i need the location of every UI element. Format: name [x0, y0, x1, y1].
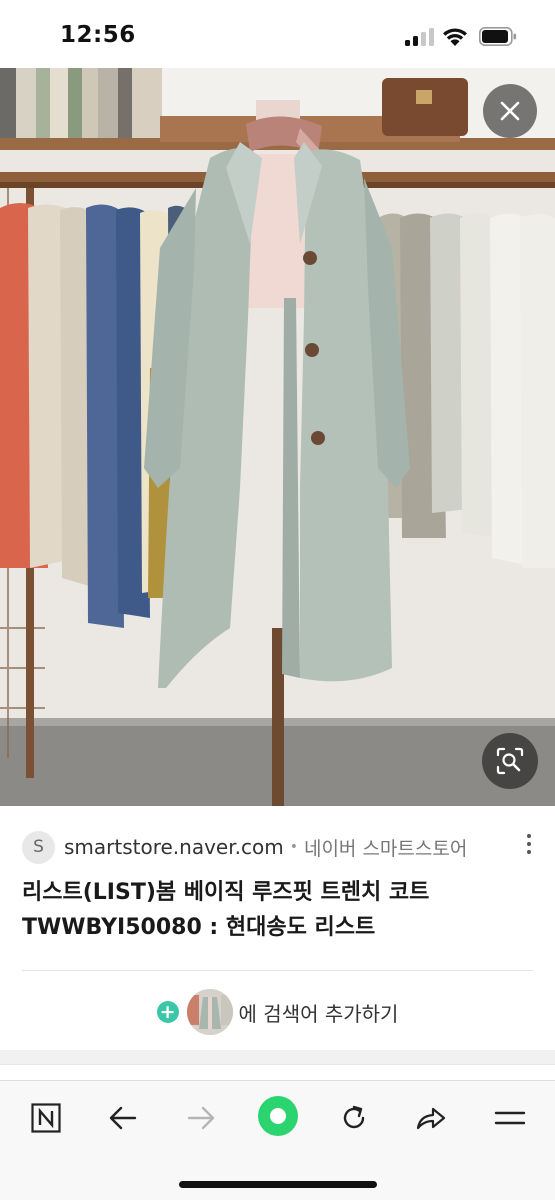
menu-button[interactable]: [486, 1097, 534, 1139]
section-separator: [0, 1050, 555, 1064]
green-dot-button[interactable]: [253, 1091, 303, 1141]
more-options-icon[interactable]: [526, 834, 532, 856]
back-button[interactable]: [99, 1097, 147, 1139]
result-image[interactable]: [0, 68, 555, 806]
coat-thumbnail-image: [186, 989, 233, 1035]
plus-icon: +: [156, 1001, 179, 1023]
share-button[interactable]: [407, 1097, 455, 1139]
naver-home-button[interactable]: [22, 1097, 70, 1139]
home-indicator: [179, 1181, 377, 1188]
share-arrow-icon: [416, 1107, 446, 1130]
back-arrow-icon: [109, 1106, 137, 1130]
close-button[interactable]: [483, 84, 537, 138]
status-bar: 12:56: [0, 0, 555, 68]
result-title[interactable]: 리스트(LIST)봄 베이직 루즈핏 트렌치 코트 TWWBYI50080 : …: [22, 875, 537, 945]
cellular-signal-icon: [405, 28, 435, 46]
hamburger-menu-icon: [494, 1111, 526, 1125]
reload-icon: [343, 1105, 365, 1129]
coat-photo: [0, 68, 555, 806]
reload-button[interactable]: [330, 1097, 378, 1139]
status-time: 12:56: [60, 22, 136, 48]
image-search-button[interactable]: [482, 733, 538, 789]
source-name: 네이버 스마트스토어: [303, 837, 468, 860]
source-favicon: S: [22, 830, 55, 864]
forward-arrow-icon: [187, 1106, 215, 1130]
screen: 12:56 S smartstore.naver.com • 네이버 스마트스토…: [0, 0, 555, 1200]
add-to-search-button[interactable]: + 에 검색어 추가하기: [0, 987, 555, 1037]
image-search-icon: [496, 747, 524, 775]
result-source[interactable]: S smartstore.naver.com • 네이버 스마트스토어: [22, 830, 542, 864]
divider: [22, 970, 533, 971]
source-separator: •: [289, 839, 298, 855]
search-image-thumbnail: [186, 989, 233, 1035]
add-search-label: 에 검색어 추가하기: [238, 1001, 399, 1026]
battery-icon: [479, 27, 517, 46]
source-domain: smartstore.naver.com: [64, 835, 284, 859]
naver-logo-icon: [31, 1103, 61, 1133]
wifi-icon: [443, 28, 467, 46]
green-dot-icon: [258, 1096, 298, 1136]
forward-button[interactable]: [177, 1097, 225, 1139]
close-icon: [500, 101, 520, 121]
